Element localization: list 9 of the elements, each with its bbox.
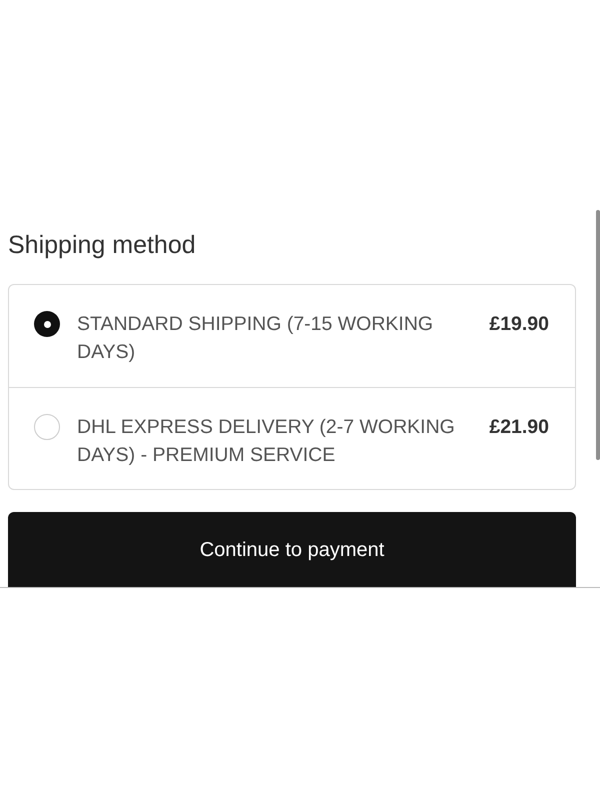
section-heading: Shipping method <box>8 230 197 261</box>
radio-button[interactable] <box>34 414 60 440</box>
option-price: £21.90 <box>489 415 549 440</box>
continue-button[interactable]: Continue to payment <box>8 512 576 587</box>
option-label: DHL EXPRESS DELIVERY (2-7 WORKING DAYS) - PREMIUM SERVICE <box>77 415 456 468</box>
scrollbar[interactable] <box>596 210 600 460</box>
option-price: £19.90 <box>489 312 549 337</box>
radio-button[interactable] <box>34 311 60 337</box>
option-label: STANDARD SHIPPING (7-15 WORKING DAYS) <box>77 312 434 365</box>
